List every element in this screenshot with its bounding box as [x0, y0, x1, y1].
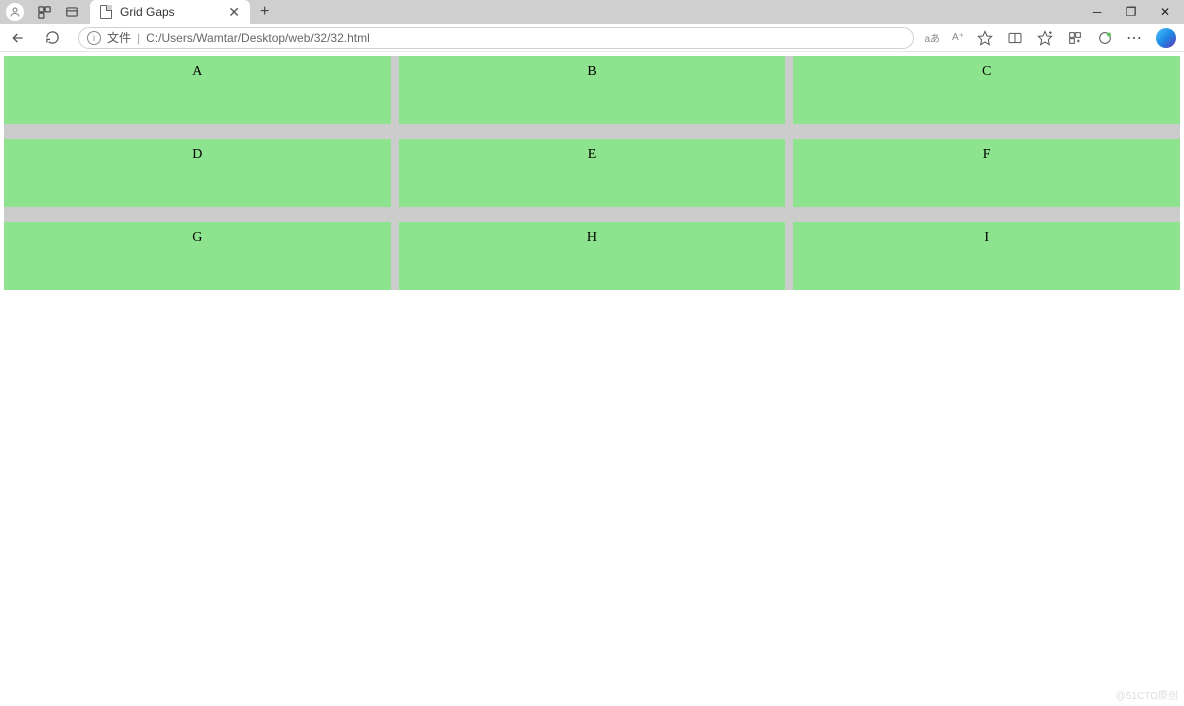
toolbar-right: aあ A⁺ ⋯: [924, 28, 1178, 48]
url-path: C:/Users/Wamtar/Desktop/web/32/32.html: [146, 31, 370, 45]
translate-icon[interactable]: aあ: [924, 30, 940, 45]
minimize-button[interactable]: ─: [1080, 0, 1114, 24]
toolbar: i 文件 | C:/Users/Wamtar/Desktop/web/32/32…: [0, 24, 1184, 52]
split-screen-icon[interactable]: [1006, 29, 1024, 47]
profile-icon[interactable]: [6, 3, 24, 21]
grid-cell-d: D: [4, 139, 391, 207]
workspaces-icon[interactable]: [36, 4, 52, 20]
tab-actions-icon[interactable]: [64, 4, 80, 20]
collections-icon[interactable]: [1066, 29, 1084, 47]
extensions-icon[interactable]: [1096, 29, 1114, 47]
favorite-icon[interactable]: [976, 29, 994, 47]
more-icon[interactable]: ⋯: [1126, 29, 1144, 47]
read-aloud-icon[interactable]: A⁺: [952, 32, 964, 43]
page-viewport: A B C D E F G H I: [0, 52, 1184, 294]
grid-cell-h: H: [399, 222, 786, 290]
tab-close-button[interactable]: ✕: [228, 5, 240, 19]
grid-container: A B C D E F G H I: [4, 56, 1180, 290]
new-tab-button[interactable]: +: [260, 3, 269, 21]
watermark: @51CTO原创: [1116, 687, 1178, 702]
maximize-button[interactable]: ❐: [1114, 0, 1148, 24]
back-button[interactable]: [6, 26, 30, 50]
grid-cell-a: A: [4, 56, 391, 124]
grid-cell-i: I: [793, 222, 1180, 290]
addr-divider: |: [137, 31, 140, 45]
info-icon[interactable]: i: [87, 31, 101, 45]
titlebar-left: [2, 3, 80, 21]
tab-title: Grid Gaps: [120, 5, 175, 19]
grid-cell-b: B: [399, 56, 786, 124]
close-window-button[interactable]: ✕: [1148, 0, 1182, 24]
page-icon: [100, 5, 112, 19]
address-bar[interactable]: i 文件 | C:/Users/Wamtar/Desktop/web/32/32…: [78, 27, 914, 49]
titlebar: Grid Gaps ✕ + ─ ❐ ✕: [0, 0, 1184, 24]
copilot-icon[interactable]: [1156, 28, 1176, 48]
grid-cell-f: F: [793, 139, 1180, 207]
file-label: 文件: [107, 29, 131, 46]
grid-cell-e: E: [399, 139, 786, 207]
refresh-button[interactable]: [40, 26, 64, 50]
browser-tab[interactable]: Grid Gaps ✕: [90, 0, 250, 24]
grid-cell-c: C: [793, 56, 1180, 124]
window-controls: ─ ❐ ✕: [1080, 0, 1182, 24]
favorites-list-icon[interactable]: [1036, 29, 1054, 47]
grid-cell-g: G: [4, 222, 391, 290]
